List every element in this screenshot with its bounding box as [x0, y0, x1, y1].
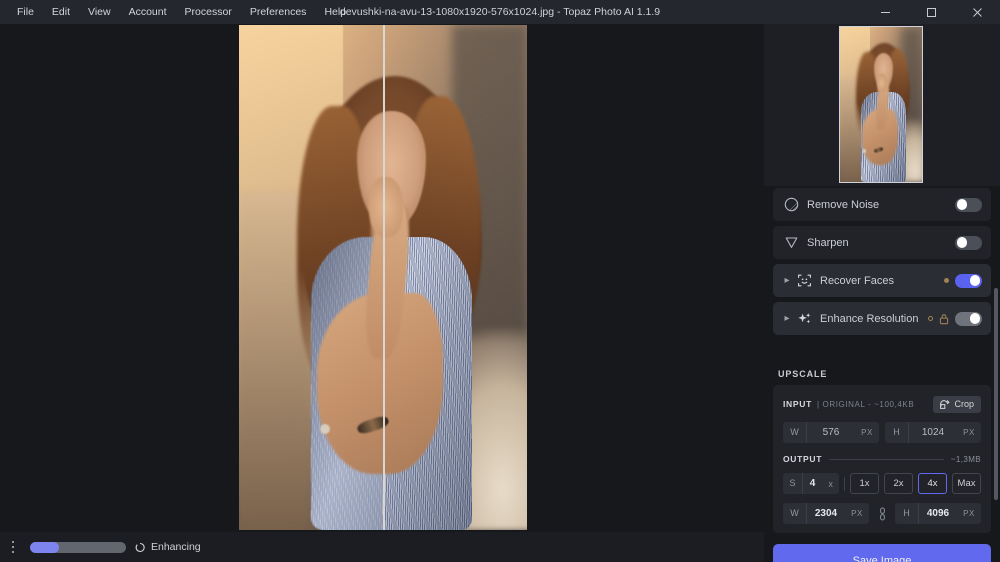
title-bar: File Edit View Account Processor Prefere…	[0, 0, 1000, 24]
scale-unit: x	[828, 478, 833, 489]
image-viewer-canvas[interactable]	[0, 24, 764, 532]
effect-row-recover-faces[interactable]: ▸ Recover Faces	[773, 264, 991, 297]
menu-item-account[interactable]: Account	[120, 3, 176, 22]
upscale-section-title: UPSCALE	[778, 369, 828, 379]
scale-preset-2x[interactable]: 2x	[884, 473, 913, 494]
sharpen-triangle-icon	[782, 235, 800, 250]
modified-dot-indicator	[928, 316, 933, 321]
preview-image[interactable]	[239, 25, 527, 530]
face-detect-icon	[795, 273, 813, 288]
link-chain-icon[interactable]	[875, 503, 889, 524]
scale-preset-1x[interactable]: 1x	[850, 473, 879, 494]
sparkle-icon	[795, 311, 813, 326]
scale-key: S	[783, 473, 803, 494]
minimize-icon	[880, 11, 890, 13]
menu-item-view[interactable]: View	[79, 3, 120, 22]
toggle-remove-noise[interactable]	[955, 197, 982, 212]
input-label: INPUT	[783, 399, 812, 409]
input-height-key: H	[885, 422, 909, 443]
input-height-unit: PX	[963, 428, 975, 437]
save-image-label: Save Image	[852, 554, 912, 562]
output-height-unit: PX	[963, 509, 975, 518]
input-width-value: 576	[822, 427, 840, 438]
close-icon	[972, 7, 982, 17]
output-height-field[interactable]: H 4096 PX	[895, 503, 981, 524]
effect-row-enhance-resolution[interactable]: ▸ Enhance Resolution	[773, 302, 991, 335]
split-view-divider[interactable]	[383, 25, 385, 530]
output-dimensions-row: W 2304 PX H 4096 PX	[783, 503, 981, 524]
output-width-value: 2304	[814, 508, 838, 519]
effect-label: Recover Faces	[820, 274, 894, 287]
sidebar-scrollbar-thumb[interactable]	[994, 288, 998, 500]
effects-list: Remove Noise Sharpen ▸ Recover Faces ▸ E…	[773, 188, 991, 340]
scale-controls-row: S 4 x 1x 2x 4x Max	[783, 473, 981, 494]
chevron-right-icon[interactable]: ▸	[782, 313, 792, 324]
output-width-field[interactable]: W 2304 PX	[783, 503, 869, 524]
processing-progress-bar	[30, 541, 126, 553]
toggle-enhance-resolution[interactable]	[955, 311, 982, 326]
loading-spinner-icon	[135, 542, 146, 553]
divider	[844, 476, 845, 491]
status-text: Enhancing	[151, 541, 201, 553]
toggle-recover-faces[interactable]	[955, 273, 982, 288]
maximize-button[interactable]	[908, 0, 954, 24]
scale-preset-4x[interactable]: 4x	[918, 473, 947, 494]
input-meta-label: | ORIGINAL - ~100,4KB	[817, 399, 915, 409]
input-width-field[interactable]: W 576 PX	[783, 422, 879, 443]
menu-item-processor[interactable]: Processor	[176, 3, 241, 22]
crop-icon	[940, 400, 950, 409]
effect-label: Sharpen	[807, 236, 849, 249]
input-header-row: INPUT | ORIGINAL - ~100,4KB Crop	[783, 395, 981, 413]
input-dimensions-row: W 576 PX H 1024 PX	[783, 422, 981, 443]
save-image-button[interactable]: Save Image	[773, 544, 991, 562]
effect-label: Enhance Resolution	[820, 312, 919, 325]
sidebar-scrollbar-track[interactable]	[994, 288, 998, 524]
crop-button-label: Crop	[954, 399, 974, 409]
effect-row-remove-noise[interactable]: Remove Noise	[773, 188, 991, 221]
menu-item-preferences[interactable]: Preferences	[241, 3, 316, 22]
output-header-row: OUTPUT ~1,3MB	[783, 454, 981, 464]
divider-line	[829, 458, 944, 460]
menu-item-help[interactable]: Help	[315, 3, 355, 22]
menu-item-edit[interactable]: Edit	[43, 3, 79, 22]
maximize-icon	[926, 7, 936, 17]
toggle-sharpen[interactable]	[955, 235, 982, 250]
output-width-key: W	[783, 503, 807, 524]
chevron-right-icon[interactable]: ▸	[782, 275, 792, 286]
effect-row-sharpen[interactable]: Sharpen	[773, 226, 991, 259]
upscale-panel: INPUT | ORIGINAL - ~100,4KB Crop W 576 P…	[773, 385, 991, 533]
input-height-field[interactable]: H 1024 PX	[885, 422, 981, 443]
scale-stepper[interactable]: S 4 x	[783, 473, 840, 494]
kebab-menu-icon[interactable]	[0, 532, 26, 562]
window-controls	[862, 0, 1000, 24]
status-indicator: Enhancing	[135, 541, 201, 553]
output-height-key: H	[895, 503, 919, 524]
input-width-key: W	[783, 422, 807, 443]
scale-preset-max[interactable]: Max	[952, 473, 981, 494]
output-height-value: 4096	[926, 508, 950, 519]
minimize-button[interactable]	[862, 0, 908, 24]
progress-fill	[30, 541, 59, 553]
right-sidebar: Remove Noise Sharpen ▸ Recover Faces ▸ E…	[764, 24, 1000, 562]
crop-button[interactable]: Crop	[933, 395, 981, 413]
output-width-unit: PX	[851, 509, 863, 518]
split-original-side	[239, 25, 383, 530]
input-width-unit: PX	[861, 428, 873, 437]
bottom-status-bar: Enhancing	[0, 532, 764, 562]
menu-item-file[interactable]: File	[8, 3, 43, 22]
menu-bar: File Edit View Account Processor Prefere…	[0, 0, 355, 24]
effect-label: Remove Noise	[807, 198, 880, 211]
close-button[interactable]	[954, 0, 1000, 24]
scale-value: 4	[809, 478, 816, 489]
thumbnail-panel	[764, 24, 1000, 186]
lock-icon[interactable]	[939, 313, 949, 325]
noise-circle-icon	[782, 197, 800, 212]
application-window: File Edit View Account Processor Prefere…	[0, 0, 1000, 562]
input-height-value: 1024	[921, 427, 945, 438]
image-thumbnail[interactable]	[839, 26, 923, 183]
modified-dot-indicator	[944, 278, 949, 283]
output-size-label: ~1,3MB	[950, 454, 981, 464]
output-label: OUTPUT	[783, 454, 823, 464]
thumbnail-photo	[840, 27, 922, 182]
